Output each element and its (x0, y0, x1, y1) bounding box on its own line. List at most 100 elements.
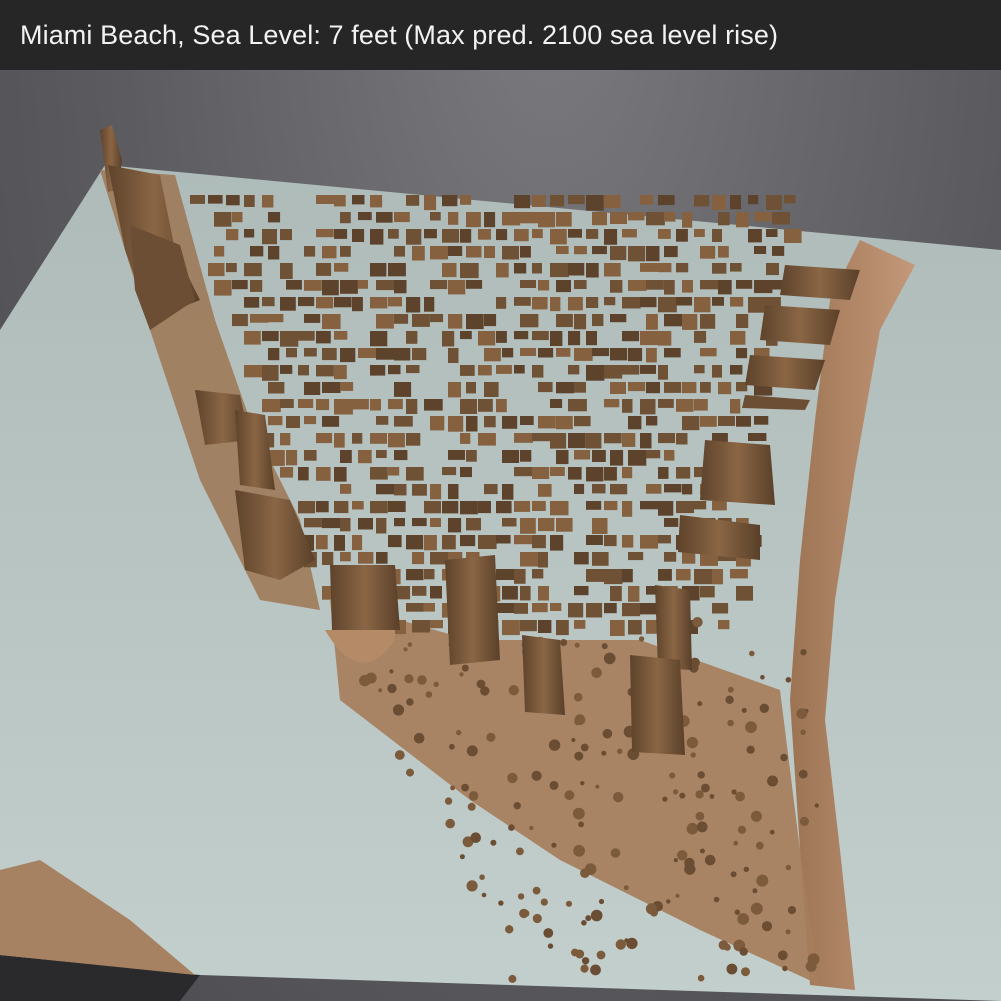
building-block (748, 433, 767, 441)
building-block (520, 450, 532, 462)
building-block (550, 229, 567, 245)
tree-or-structure (571, 737, 576, 743)
building-block (268, 246, 280, 260)
building-block (394, 280, 407, 294)
building-block (568, 331, 581, 346)
tree-or-structure (673, 858, 678, 863)
building-block (700, 314, 716, 329)
building-block (682, 416, 700, 431)
tree-or-structure (507, 772, 518, 784)
tree-or-structure (585, 915, 592, 922)
tree-or-structure (727, 719, 734, 727)
building-block (232, 280, 248, 290)
building-block (658, 263, 672, 273)
tree-or-structure (749, 650, 755, 657)
building-block (208, 263, 225, 277)
tree-or-structure (403, 647, 408, 652)
building-block (628, 586, 640, 602)
building-block (442, 501, 459, 514)
tree-or-structure (598, 898, 605, 905)
building-block (322, 552, 334, 565)
building-block (568, 365, 580, 375)
building-block (298, 297, 315, 307)
building-block (700, 280, 719, 290)
building-block (604, 195, 621, 209)
building-block (640, 433, 652, 449)
tree-or-structure (713, 896, 720, 903)
building-block (568, 603, 584, 618)
tree-or-structure (581, 957, 590, 965)
building-block (550, 331, 563, 346)
building-block (574, 280, 587, 289)
tree-or-structure (580, 743, 589, 752)
building-block (226, 229, 239, 241)
building-block (370, 433, 387, 444)
building-block (610, 280, 623, 293)
building-block (736, 586, 753, 601)
building-block (358, 212, 372, 221)
building-block (370, 297, 388, 309)
building-block (484, 416, 496, 428)
building-block (628, 620, 642, 635)
tree-or-structure (406, 698, 414, 706)
building-block (358, 348, 377, 358)
building-block (460, 229, 472, 243)
tree-or-structure (750, 902, 763, 915)
building-block (334, 331, 348, 340)
building-block (610, 246, 627, 261)
building-block (568, 467, 582, 480)
building-block (604, 297, 616, 306)
building-block (658, 467, 669, 479)
tree-or-structure (807, 953, 820, 966)
building-block (664, 280, 675, 295)
tree-or-structure (675, 893, 680, 898)
building-block (460, 501, 478, 515)
building-block (502, 620, 520, 636)
building-block (694, 569, 713, 585)
building-block (304, 348, 317, 357)
building-block (340, 450, 352, 463)
tree-or-structure (449, 743, 455, 750)
building-block (334, 263, 349, 272)
building-block (556, 314, 573, 328)
building-block (388, 535, 402, 548)
tree-or-structure (726, 963, 738, 975)
building-block (640, 263, 659, 272)
building-block (772, 212, 790, 225)
building-block (520, 246, 531, 258)
building-block (412, 348, 427, 361)
tree-or-structure (498, 900, 504, 906)
building-block (268, 348, 280, 361)
building-block (394, 484, 407, 496)
tree-or-structure (450, 785, 456, 791)
building-block (208, 195, 223, 204)
building-block (304, 382, 321, 395)
building-block (334, 297, 352, 308)
building-block (646, 348, 657, 363)
building-block (730, 331, 746, 345)
building-block (622, 297, 641, 309)
tree-or-structure (760, 675, 765, 680)
building-block (448, 246, 463, 256)
building-block (280, 263, 293, 279)
building-block (712, 195, 727, 210)
building-block (592, 518, 608, 534)
tree-or-structure (580, 964, 589, 973)
building-block (340, 552, 351, 562)
building-block (592, 348, 610, 357)
building-block (676, 263, 689, 273)
building-block (214, 212, 232, 227)
tree-or-structure (549, 780, 559, 790)
building-block (406, 297, 421, 313)
building-block (604, 603, 617, 614)
building-block (610, 586, 622, 602)
tree-or-structure (799, 816, 810, 827)
building-block (406, 467, 424, 481)
building-block (604, 399, 620, 408)
building-block (394, 246, 405, 257)
tree-or-structure (601, 643, 608, 650)
tree-or-structure (673, 789, 679, 795)
building-block (496, 535, 511, 544)
building-block (298, 467, 309, 481)
building-block (736, 348, 748, 359)
